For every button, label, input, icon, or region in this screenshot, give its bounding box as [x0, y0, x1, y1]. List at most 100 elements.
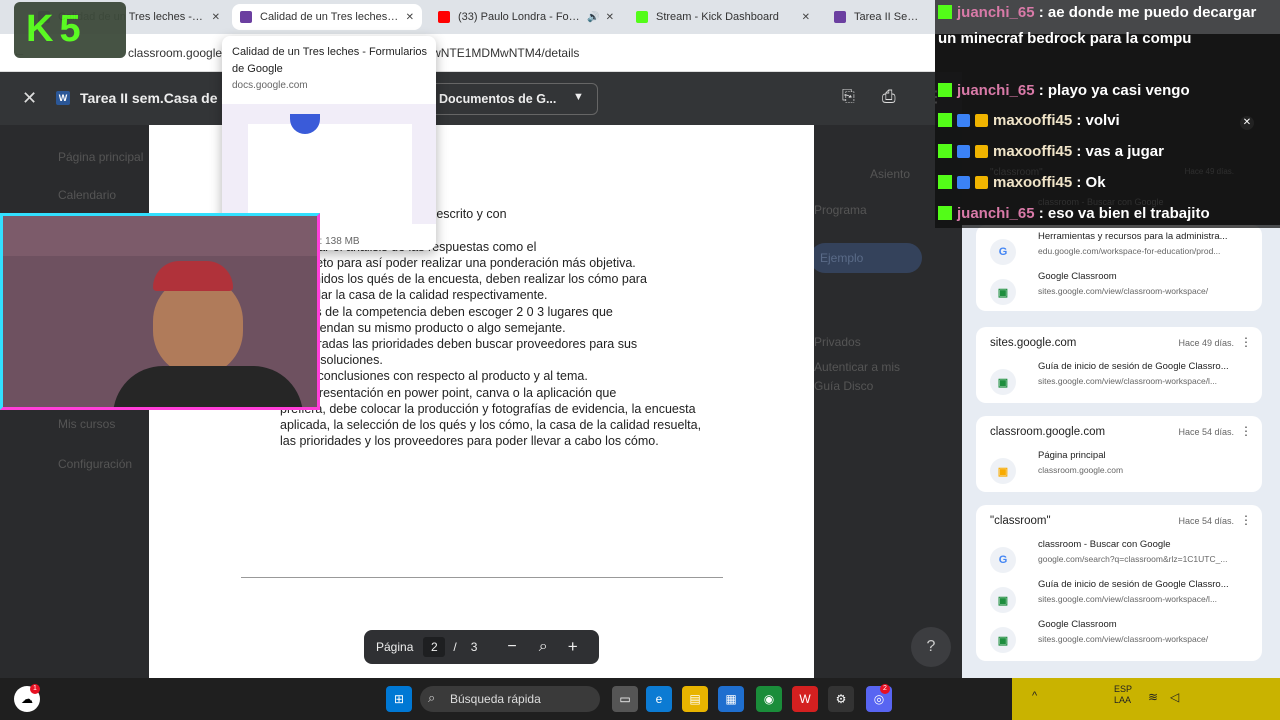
- more-icon[interactable]: ⋮: [1240, 335, 1252, 349]
- zoom-icon[interactable]: ⌕: [539, 638, 548, 656]
- chat-separator: :: [1034, 205, 1048, 222]
- preview-title: Calidad de un Tres leches - Formularios …: [232, 46, 428, 75]
- close-icon[interactable]: ✕: [212, 12, 220, 23]
- history-entry[interactable]: ▣ Guía de inicio de sesión de Google Clas…: [990, 361, 1252, 397]
- history-entry[interactable]: ▣ Guía de inicio de sesión de Google Clas…: [990, 579, 1252, 615]
- page-divider: [241, 577, 723, 578]
- history-card-time: Hace 54 días.: [1178, 427, 1234, 437]
- webcam-shirt: [113, 366, 303, 407]
- document-line: ollar 5 conclusiones con respecto al pro…: [280, 369, 588, 384]
- page-label: Página: [376, 640, 414, 654]
- zoom-out-icon[interactable]: −: [507, 638, 516, 656]
- kick-icon: [636, 11, 648, 23]
- dim-label: Guía Disco: [814, 379, 874, 393]
- tab-2[interactable]: (33) Paulo Londra - Forever 🔊 ✕: [430, 4, 622, 30]
- document-line: esarrollar la casa de la calidad respect…: [280, 288, 548, 303]
- history-entry[interactable]: Gclassroom - Buscar con Google google.com…: [990, 539, 1252, 575]
- history-entry-url: google.com/search?q=classroom&rlz=1C1UTC…: [1038, 554, 1228, 564]
- tab-3[interactable]: Stream - Kick Dashboard ✕: [628, 4, 818, 30]
- wifi-icon[interactable]: ≋: [1148, 690, 1158, 704]
- close-icon[interactable]: ✕: [802, 12, 810, 23]
- url-host: classroom.google: [128, 46, 223, 60]
- file-explorer-icon[interactable]: ▤: [682, 686, 708, 712]
- tab-1[interactable]: Calidad de un Tres leches - Fom ✕: [232, 4, 422, 30]
- chat-separator: :: [1034, 4, 1048, 21]
- history-panel: "classroom" Hace 49 días. classroom - Busc…: [962, 167, 1280, 678]
- dim-label: Autenticar a mis: [814, 360, 901, 374]
- history-entry[interactable]: G Herramientas y recursos para la adminis…: [990, 231, 1252, 267]
- history-entry-title: Página principal: [1038, 450, 1106, 461]
- webcam-face: [153, 276, 243, 376]
- chat-message: maxooffi45 : vas a jugar: [938, 139, 1276, 165]
- edge-icon[interactable]: e: [646, 686, 672, 712]
- chrome-icon[interactable]: ◉: [756, 686, 782, 712]
- sidebar-item-settings: Configuración: [58, 457, 133, 471]
- notification-badge: 1: [30, 684, 40, 694]
- preview-domain: docs.google.com: [232, 80, 308, 91]
- open-with-button[interactable]: Documentos de G... ▼: [426, 83, 598, 115]
- classroom-icon: ▣: [990, 587, 1016, 613]
- close-icon[interactable]: ✕: [606, 12, 614, 23]
- crown-badge-icon: [975, 114, 988, 127]
- url-path: wNTE1MDMwNTM4/details: [432, 46, 580, 60]
- document-line: del folleto para así poder realizar una …: [280, 256, 636, 271]
- kick-badge-icon: [938, 113, 952, 127]
- lang-code: ESP: [1114, 684, 1133, 694]
- speaker-icon[interactable]: 🔊: [587, 12, 599, 23]
- preview-form: [248, 124, 412, 224]
- page-number-input[interactable]: 2: [423, 637, 446, 657]
- chat-separator: :: [1034, 82, 1048, 99]
- close-icon[interactable]: ✕: [406, 12, 414, 23]
- classroom-icon: ▣: [990, 369, 1016, 395]
- close-icon[interactable]: ✕: [1240, 116, 1254, 130]
- history-entry[interactable]: ▣ Google Classroom sites.google.com/view/c…: [990, 271, 1252, 307]
- document-line: prefiera, debe colocar la producción y f…: [280, 401, 696, 416]
- history-card-time: Hace 54 días.: [1178, 516, 1234, 526]
- steam-icon[interactable]: ⚙: [828, 686, 854, 712]
- sidebar-item-calendar: Calendario: [58, 188, 117, 202]
- wps-icon[interactable]: W: [792, 686, 818, 712]
- chat-username: maxooffi45: [993, 174, 1073, 191]
- chat-separator: :: [1072, 174, 1086, 191]
- chat-message: juanchi_65 : eso va bien el trabajito: [938, 201, 1276, 227]
- history-entry-url: edu.google.com/workspace-for-education/p…: [1038, 246, 1221, 256]
- history-entry[interactable]: ▣ Google Classroom sites.google.com/view/c…: [990, 619, 1252, 655]
- word-icon: W: [56, 91, 70, 105]
- more-icon[interactable]: ⋮: [1240, 424, 1252, 438]
- print-icon[interactable]: ⎙: [882, 87, 896, 107]
- forms-icon: [240, 11, 252, 23]
- language-indicator[interactable]: ESP LAA: [1114, 684, 1132, 706]
- volume-icon[interactable]: ◁: [1170, 690, 1179, 704]
- add-to-drive-icon[interactable]: ⎘: [842, 88, 855, 106]
- history-entry-title: classroom - Buscar con Google: [1038, 539, 1171, 550]
- chat-message: maxooffi45 : Ok: [938, 170, 1276, 196]
- history-entry[interactable]: ▣ Página principal classroom.google.com: [990, 450, 1252, 486]
- search-box[interactable]: ⌕ Búsqueda rápida: [420, 686, 600, 712]
- dim-label: Asiento: [870, 167, 911, 181]
- task-view-icon[interactable]: ▭: [612, 686, 638, 712]
- kick-badge-icon: [938, 5, 952, 19]
- store-icon[interactable]: ▦: [718, 686, 744, 712]
- document-line: r una presentación en power point, canva…: [280, 385, 617, 400]
- moderator-badge-icon: [957, 145, 970, 158]
- history-card: classroom.google.com Hace 54 días. ⋮ ▣ Págin…: [976, 416, 1262, 492]
- address-bar: ← classroom.googlewNTE1MDMwNTM4/details: [0, 34, 935, 72]
- history-entry-title: Guía de inicio de sesión de Google Class…: [1038, 579, 1229, 590]
- tab-4[interactable]: Tarea II Semestre: [826, 4, 934, 30]
- classroom-icon: ▣: [990, 458, 1016, 484]
- zoom-in-icon[interactable]: +: [568, 637, 578, 657]
- chevron-up-icon[interactable]: ^: [1032, 690, 1037, 702]
- close-icon[interactable]: ✕: [22, 88, 37, 109]
- stream-chat-overlay: juanchi_65 : ae donde me puedo decargar …: [935, 0, 1280, 228]
- chat-separator: :: [1072, 143, 1086, 160]
- history-card: G Herramientas y recursos para la adminis…: [976, 225, 1262, 311]
- chat-separator: :: [1072, 112, 1086, 129]
- chevron-down-icon[interactable]: ▼: [573, 91, 584, 103]
- history-entry-title: Herramientas y recursos para la administ…: [1038, 231, 1228, 242]
- more-icon[interactable]: ⋮: [1240, 513, 1252, 527]
- document-line: aplicada, la selección de los qués y los…: [280, 418, 702, 433]
- page-separator: /: [453, 640, 457, 654]
- google-icon: G: [990, 239, 1016, 265]
- windows-start-icon[interactable]: ⊞: [386, 686, 412, 712]
- help-icon[interactable]: ?: [911, 627, 951, 667]
